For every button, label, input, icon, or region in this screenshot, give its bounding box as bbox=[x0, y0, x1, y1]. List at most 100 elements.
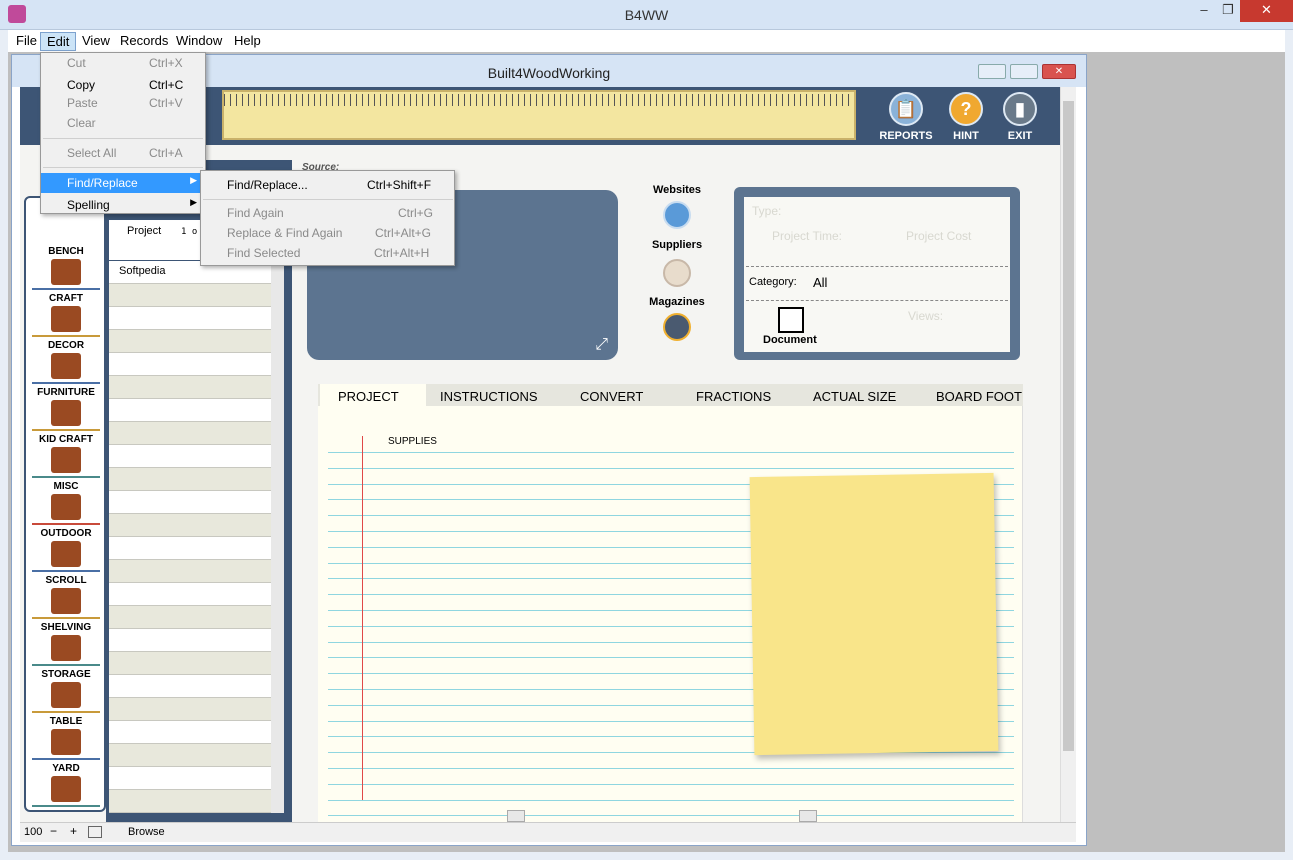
menu-spelling[interactable]: Spelling ▶ bbox=[41, 195, 205, 215]
tab-board-foot[interactable]: BOARD FOOT bbox=[936, 389, 1022, 404]
zoom-in-icon[interactable]: + bbox=[70, 824, 77, 838]
list-item[interactable] bbox=[109, 583, 271, 606]
menu-cut[interactable]: Cut Ctrl+X bbox=[41, 53, 205, 73]
menu-select-all[interactable]: Select All Ctrl+A bbox=[41, 143, 205, 163]
category-scroll[interactable]: SCROLL bbox=[32, 575, 100, 619]
expand-icon[interactable]: ⤢ bbox=[595, 336, 608, 354]
list-item[interactable] bbox=[109, 399, 271, 422]
doc-restore-button[interactable] bbox=[1010, 64, 1038, 79]
status-bar: 100 − + Browse bbox=[20, 822, 1076, 842]
tab-convert[interactable]: CONVERT bbox=[580, 389, 643, 404]
zoom-out-icon[interactable]: − bbox=[50, 824, 57, 838]
list-item[interactable] bbox=[109, 307, 271, 330]
category-icon bbox=[51, 729, 81, 755]
list-item[interactable] bbox=[109, 445, 271, 468]
doc-minimize-button[interactable] bbox=[978, 64, 1006, 79]
submenu-find-replace[interactable]: Find/Replace... Ctrl+Shift+F bbox=[201, 175, 454, 195]
list-item[interactable] bbox=[109, 606, 271, 629]
menu-records[interactable]: Records bbox=[114, 32, 174, 49]
menu-window[interactable]: Window bbox=[170, 32, 228, 49]
hint-label: HINT bbox=[953, 130, 979, 142]
list-item[interactable] bbox=[109, 330, 271, 353]
notepad-line bbox=[328, 815, 1014, 817]
list-item[interactable] bbox=[109, 721, 271, 744]
tab-project[interactable]: PROJECT bbox=[338, 389, 399, 404]
list-item[interactable] bbox=[109, 353, 271, 376]
category-icon bbox=[51, 541, 81, 567]
menu-paste-label: Paste bbox=[67, 96, 98, 110]
category-outdoor[interactable]: OUTDOOR bbox=[32, 528, 100, 572]
list-item[interactable] bbox=[109, 698, 271, 721]
menu-clear[interactable]: Clear bbox=[41, 113, 205, 133]
menu-help[interactable]: Help bbox=[228, 32, 267, 49]
tab-fractions[interactable]: FRACTIONS bbox=[696, 389, 771, 404]
tab-actual-size[interactable]: ACTUAL SIZE bbox=[813, 389, 896, 404]
category-table[interactable]: TABLE bbox=[32, 716, 100, 760]
restore-button[interactable]: ❐ bbox=[1214, 0, 1242, 22]
category-decor[interactable]: DECOR bbox=[32, 340, 100, 384]
list-item[interactable] bbox=[109, 560, 271, 583]
list-item[interactable] bbox=[109, 629, 271, 652]
category-furniture[interactable]: FURNITURE bbox=[32, 387, 100, 431]
close-button[interactable]: ✕ bbox=[1240, 0, 1293, 22]
basket-icon[interactable] bbox=[663, 259, 691, 287]
menu-select-all-label: Select All bbox=[67, 146, 117, 160]
list-item[interactable] bbox=[109, 767, 271, 790]
category-misc[interactable]: MISC bbox=[32, 481, 100, 525]
category-craft[interactable]: CRAFT bbox=[32, 293, 100, 337]
layout-icon[interactable] bbox=[88, 826, 102, 838]
list-scrollbar[interactable] bbox=[271, 261, 284, 813]
category-shelving[interactable]: SHELVING bbox=[32, 622, 100, 666]
list-item[interactable] bbox=[109, 284, 271, 307]
menu-copy[interactable]: Copy Ctrl+C bbox=[41, 75, 205, 95]
menu-find-replace[interactable]: Find/Replace ▶ bbox=[41, 173, 205, 193]
project-list[interactable]: Softpedia bbox=[109, 261, 271, 813]
scroll-thumb[interactable] bbox=[1063, 101, 1074, 751]
doc-close-button[interactable]: ✕ bbox=[1042, 64, 1076, 79]
menu-paste[interactable]: Paste Ctrl+V bbox=[41, 93, 205, 113]
menu-view[interactable]: View bbox=[76, 32, 116, 49]
submenu-find-selected-shortcut: Ctrl+Alt+H bbox=[374, 246, 430, 260]
category-label: TABLE bbox=[49, 716, 83, 727]
category-value[interactable]: All bbox=[813, 275, 827, 290]
menu-file[interactable]: File bbox=[10, 32, 43, 49]
list-item[interactable] bbox=[109, 744, 271, 767]
list-item[interactable] bbox=[109, 652, 271, 675]
category-separator bbox=[32, 805, 100, 807]
list-item[interactable] bbox=[109, 790, 271, 813]
window-scrollbar[interactable] bbox=[1060, 87, 1076, 824]
submenu-find-selected[interactable]: Find Selected Ctrl+Alt+H bbox=[201, 243, 454, 263]
category-bench[interactable]: BENCH bbox=[32, 246, 100, 290]
clipboard-icon: 📋 bbox=[889, 92, 923, 126]
submenu-replace-find-again[interactable]: Replace & Find Again Ctrl+Alt+G bbox=[201, 223, 454, 243]
category-icon bbox=[51, 447, 81, 473]
zoom-value[interactable]: 100 bbox=[24, 826, 42, 838]
submenu-find-again[interactable]: Find Again Ctrl+G bbox=[201, 203, 454, 223]
document-icon[interactable] bbox=[778, 307, 804, 333]
list-item[interactable] bbox=[109, 675, 271, 698]
list-item[interactable] bbox=[109, 422, 271, 445]
menu-clear-label: Clear bbox=[67, 116, 96, 130]
submenu-arrow-icon: ▶ bbox=[190, 175, 197, 185]
category-yard[interactable]: YARD bbox=[32, 763, 100, 807]
category-kid-craft[interactable]: KID CRAFT bbox=[32, 434, 100, 478]
globe-icon[interactable] bbox=[663, 201, 691, 229]
menu-edit[interactable]: Edit bbox=[40, 32, 77, 51]
exit-button[interactable]: ▮ EXIT bbox=[990, 92, 1050, 142]
list-item[interactable] bbox=[109, 491, 271, 514]
list-item[interactable] bbox=[109, 468, 271, 491]
submenu-find-again-shortcut: Ctrl+G bbox=[398, 206, 434, 220]
category-storage[interactable]: STORAGE bbox=[32, 669, 100, 713]
time-label: Project Time: bbox=[772, 229, 843, 243]
list-item[interactable] bbox=[109, 376, 271, 399]
reports-button[interactable]: 📋 REPORTS bbox=[876, 92, 936, 142]
project-count: 1 o bbox=[181, 227, 198, 237]
edit-menu: Cut Ctrl+X Copy Ctrl+C Paste Ctrl+V Clear S… bbox=[40, 52, 206, 214]
category-icon bbox=[51, 635, 81, 661]
list-item[interactable] bbox=[109, 514, 271, 537]
hint-button[interactable]: ? HINT bbox=[936, 92, 996, 142]
list-item[interactable] bbox=[109, 537, 271, 560]
lightning-icon[interactable] bbox=[663, 313, 691, 341]
sticky-note[interactable] bbox=[749, 472, 999, 756]
tab-instructions[interactable]: INSTRUCTIONS bbox=[440, 389, 538, 404]
